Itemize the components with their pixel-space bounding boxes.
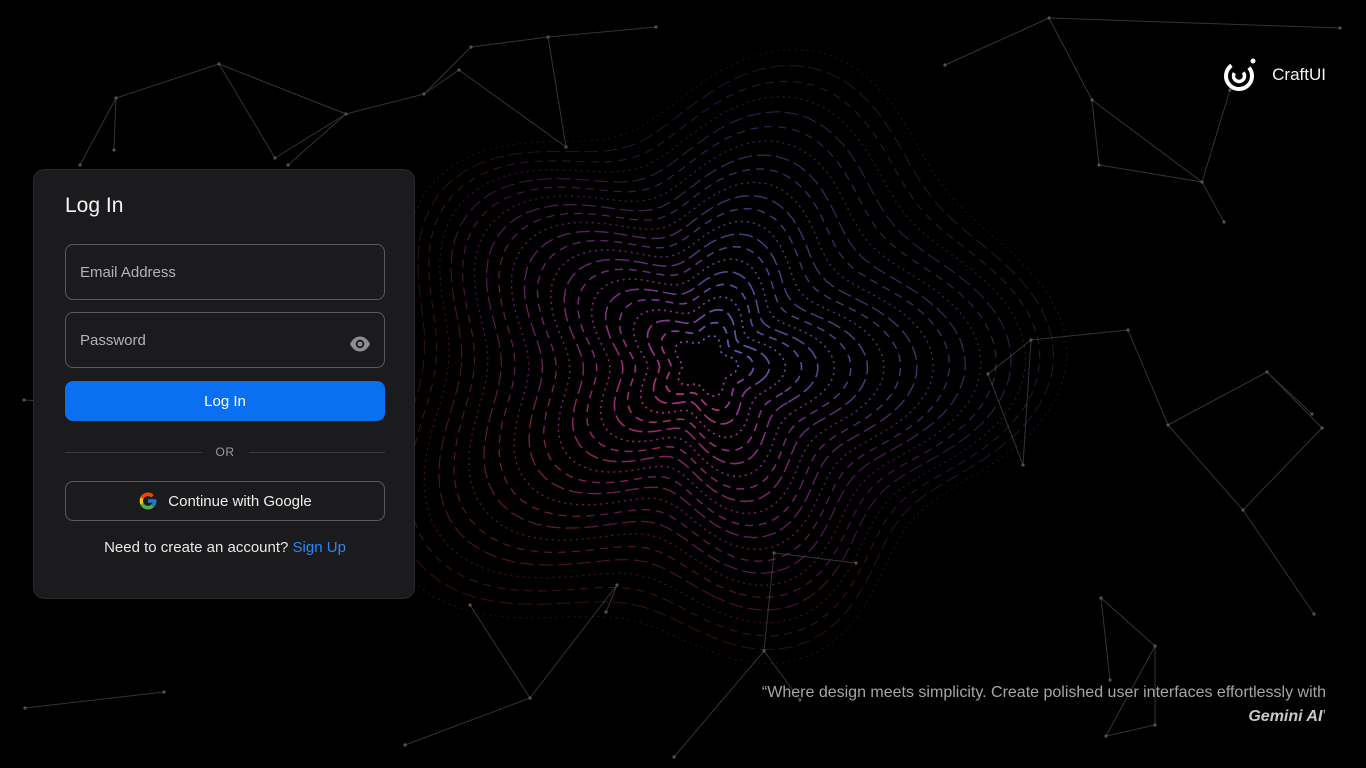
login-title: Log In bbox=[65, 194, 124, 217]
password-field[interactable] bbox=[66, 313, 384, 367]
craftui-logo-icon bbox=[1224, 58, 1256, 91]
divider-line-left bbox=[65, 451, 202, 453]
or-divider: OR bbox=[65, 445, 385, 459]
quote-text: “Where design meets simplicity. Create p… bbox=[761, 684, 1326, 701]
divider-text: OR bbox=[215, 445, 235, 459]
quote-highlight: Gemini AI bbox=[1248, 708, 1323, 725]
email-field[interactable] bbox=[66, 245, 384, 299]
brand-name: CraftUI bbox=[1272, 65, 1326, 84]
email-field-wrapper bbox=[65, 244, 385, 300]
login-card: Log In Log In OR Continue with Google Ne… bbox=[33, 169, 415, 599]
tagline-quote: “Where design meets simplicity. Create p… bbox=[726, 681, 1326, 729]
eye-icon[interactable] bbox=[349, 335, 371, 353]
google-button-label: Continue with Google bbox=[168, 492, 312, 510]
google-signin-button[interactable]: Continue with Google bbox=[65, 481, 385, 521]
password-field-wrapper bbox=[65, 312, 385, 368]
brand[interactable]: CraftUI bbox=[1222, 57, 1326, 93]
signup-prompt: Need to create an account? bbox=[104, 539, 289, 556]
signup-link[interactable]: Sign Up bbox=[293, 539, 346, 556]
login-button[interactable]: Log In bbox=[65, 381, 385, 421]
quote-suffix: ’ bbox=[1322, 708, 1326, 725]
signup-row: Need to create an account? Sign Up bbox=[65, 539, 385, 556]
divider-line-right bbox=[248, 451, 385, 453]
google-icon bbox=[139, 492, 157, 510]
